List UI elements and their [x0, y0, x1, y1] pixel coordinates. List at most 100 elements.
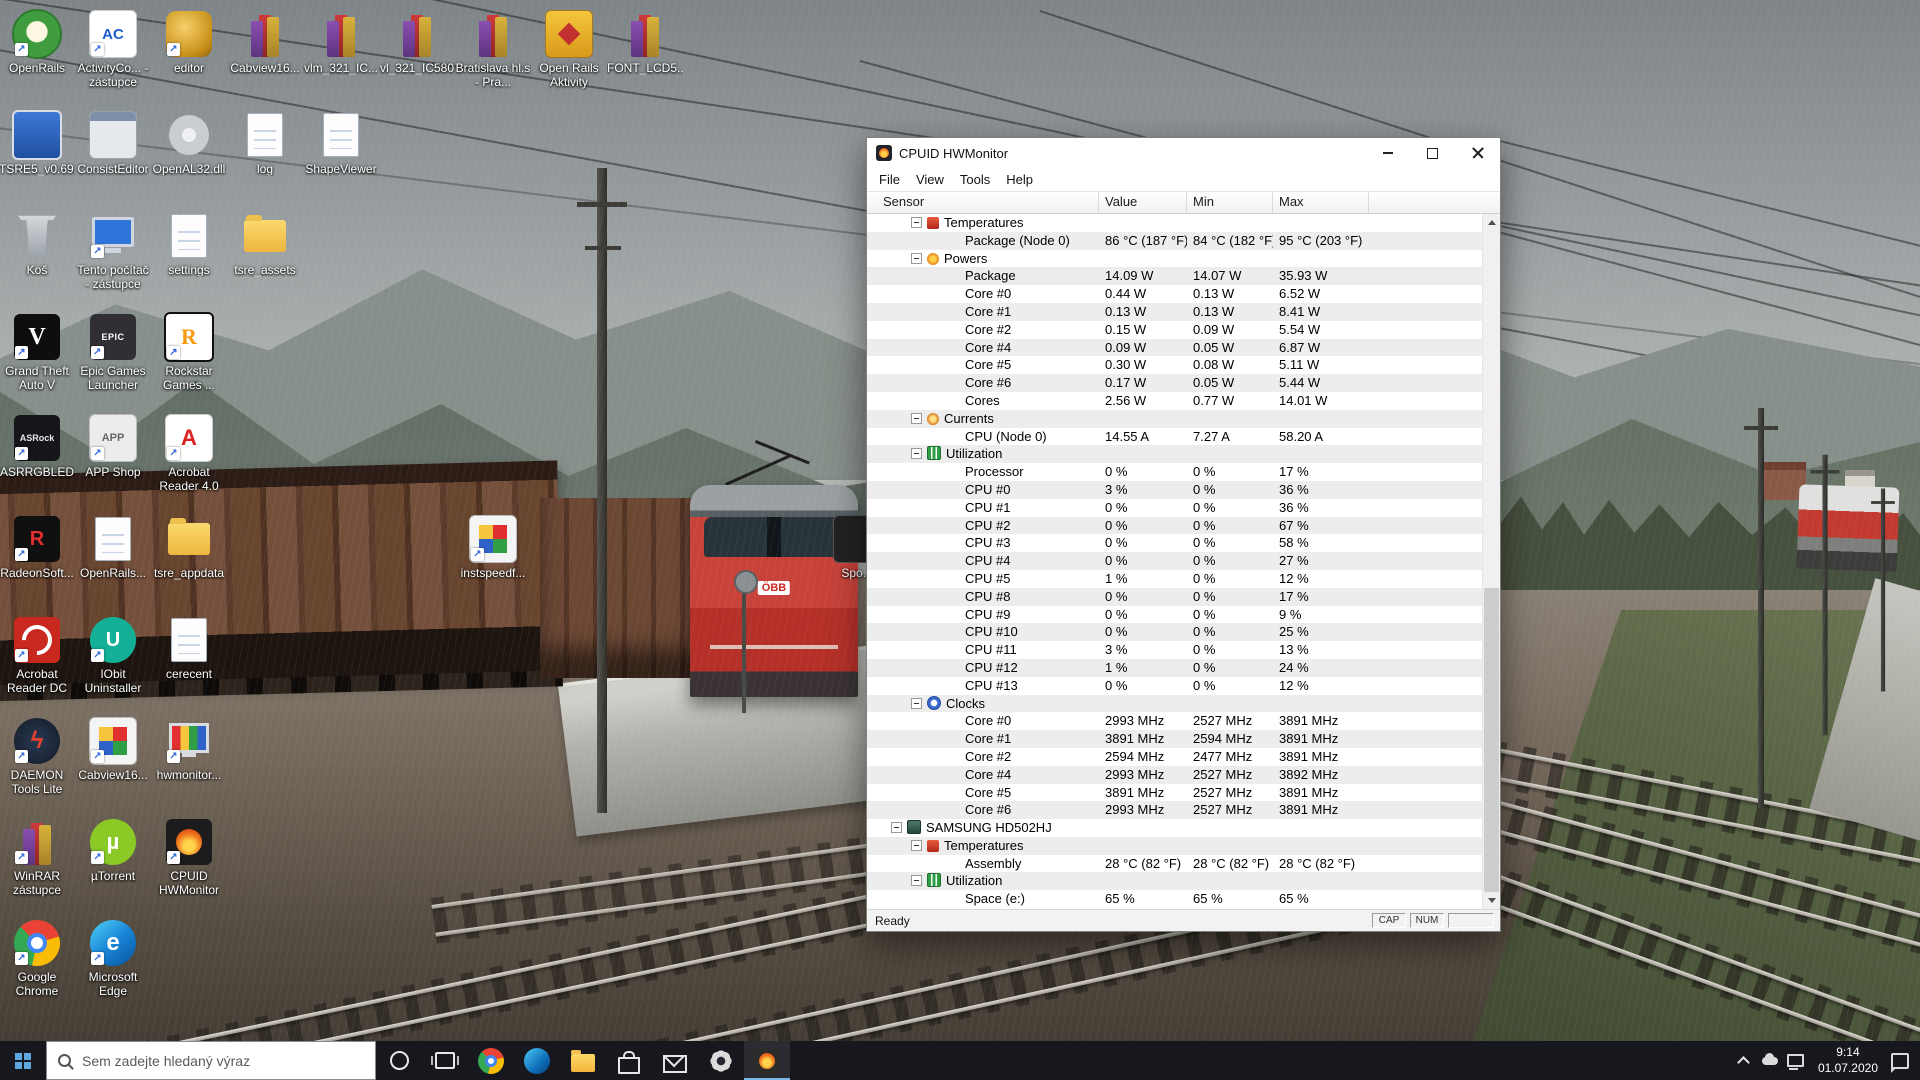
sensor-row[interactable]: Temperatures — [867, 214, 1482, 232]
close-button[interactable] — [1455, 138, 1500, 168]
sensor-row[interactable]: Core #1 3891 MHz 2594 MHz 3891 MHz — [867, 730, 1482, 748]
tree-expander-icon[interactable] — [891, 822, 902, 834]
tree-expander-icon[interactable] — [911, 252, 922, 264]
sensor-row[interactable]: CPU #1 0 % 0 % 36 % — [867, 499, 1482, 517]
minimize-button[interactable] — [1365, 138, 1410, 168]
sensor-row[interactable]: Core #4 0.09 W 0.05 W 6.87 W — [867, 338, 1482, 357]
desktop-icon[interactable]: AC ↗ ActivityCo... - zástupce — [75, 10, 151, 90]
scrollbar-track[interactable] — [1483, 231, 1500, 892]
desktop-icon[interactable]: OpenAL32.dll — [151, 111, 227, 176]
menu-view[interactable]: View — [908, 170, 952, 189]
sensor-row[interactable]: CPU #8 0 % 0 % 17 % — [867, 587, 1482, 606]
desktop-icon[interactable]: µ ↗ µTorrent — [75, 818, 151, 883]
sensor-row[interactable]: CPU #13 0 % 0 % 12 % — [867, 677, 1482, 695]
sensor-row[interactable]: CPU #5 1 % 0 % 12 % — [867, 570, 1482, 588]
menu-help[interactable]: Help — [998, 170, 1041, 189]
sensor-row[interactable]: CPU #10 0 % 0 % 25 % — [867, 623, 1482, 642]
store-taskbar-button[interactable] — [606, 1041, 652, 1080]
tree-expander-icon[interactable] — [911, 412, 922, 424]
edge-taskbar-button[interactable] — [514, 1041, 560, 1080]
desktop-icon[interactable]: V ↗ Grand Theft Auto V — [0, 313, 75, 393]
start-button[interactable] — [0, 1041, 46, 1080]
sensor-row[interactable]: Processor 0 % 0 % 17 % — [867, 463, 1482, 481]
desktop-icon[interactable]: ASRock ↗ ASRRGBLED — [0, 414, 75, 479]
desktop-icon[interactable]: ↗ Acrobat Reader DC — [0, 616, 75, 696]
desktop-icon[interactable]: settings — [151, 212, 227, 277]
desktop-icon[interactable]: ShapeViewer — [303, 111, 379, 176]
sensor-row[interactable]: CPU #2 0 % 0 % 67 % — [867, 516, 1482, 535]
tree-expander-icon[interactable] — [911, 697, 922, 709]
desktop-icon[interactable]: e ↗ Microsoft Edge — [75, 919, 151, 999]
scrollbar[interactable] — [1482, 214, 1500, 909]
sensor-row[interactable]: Core #1 0.13 W 0.13 W 8.41 W — [867, 302, 1482, 321]
desktop-icon[interactable]: vlm_321_IC... — [303, 10, 379, 75]
desktop-icon[interactable]: APP ↗ APP Shop — [75, 414, 151, 479]
desktop-icon[interactable]: Koš — [0, 212, 75, 277]
sensor-row[interactable]: SAMSUNG HD502HJ — [867, 819, 1482, 837]
sensor-row[interactable]: Package (Node 0) 86 °C (187 °F) 84 °C (1… — [867, 231, 1482, 250]
sensor-row[interactable]: Core #5 3891 MHz 2527 MHz 3891 MHz — [867, 784, 1482, 802]
desktop-icon[interactable]: EPIC ↗ Epic Games Launcher — [75, 313, 151, 393]
sensor-row[interactable]: CPU (Node 0) 14.55 A 7.27 A 58.20 A — [867, 428, 1482, 446]
sensor-row[interactable]: CPU #9 0 % 0 % 9 % — [867, 606, 1482, 624]
tree-expander-icon[interactable] — [911, 217, 922, 228]
desktop-icon[interactable]: Bratislava hl.s - Pra... — [455, 10, 531, 90]
desktop-icon[interactable]: R ↗ RadeonSoft... — [0, 515, 75, 580]
desktop-icon[interactable]: R ↗ Rockstar Games ... — [151, 312, 227, 393]
sensor-row[interactable]: Clocks — [867, 694, 1482, 713]
desktop-icon[interactable]: ConsistEditor — [75, 111, 151, 176]
sensor-row[interactable]: Core #2 0.15 W 0.09 W 5.54 W — [867, 321, 1482, 339]
tree-expander-icon[interactable] — [911, 448, 922, 460]
desktop-icon[interactable]: ↗ Google Chrome — [0, 919, 75, 999]
search-input[interactable] — [80, 1051, 364, 1070]
sensor-row[interactable]: Cores 2.56 W 0.77 W 14.01 W — [867, 392, 1482, 410]
chrome-taskbar-button[interactable] — [468, 1041, 514, 1080]
sensor-row[interactable]: CPU #3 0 % 0 % 58 % — [867, 534, 1482, 552]
column-sensor[interactable]: Sensor — [867, 192, 1099, 213]
sensor-row[interactable]: Core #0 2993 MHz 2527 MHz 3891 MHz — [867, 712, 1482, 730]
sensor-row[interactable]: Core #6 0.17 W 0.05 W 5.44 W — [867, 374, 1482, 392]
scroll-up-button[interactable] — [1483, 214, 1500, 231]
menu-file[interactable]: File — [871, 170, 908, 189]
sensor-row[interactable]: Core #0 0.44 W 0.13 W 6.52 W — [867, 285, 1482, 303]
sensor-row[interactable]: CPU #0 3 % 0 % 36 % — [867, 480, 1482, 499]
desktop-icon[interactable]: ↗ Cabview16... — [75, 717, 151, 782]
menu-tools[interactable]: Tools — [952, 170, 998, 189]
desktop-icon[interactable]: ϟ ↗ DAEMON Tools Lite — [0, 717, 75, 797]
scroll-down-button[interactable] — [1483, 892, 1500, 909]
desktop-icon[interactable]: log — [227, 111, 303, 176]
sensor-row[interactable]: Currents — [867, 409, 1482, 428]
sensor-row[interactable]: Core #5 0.30 W 0.08 W 5.11 W — [867, 356, 1482, 374]
task-view-button[interactable] — [422, 1041, 468, 1080]
sensor-row[interactable]: CPU #4 0 % 0 % 27 % — [867, 552, 1482, 570]
desktop-icon[interactable]: ↗ OpenRails — [0, 9, 75, 75]
sensor-row[interactable]: Temperatures — [867, 836, 1482, 855]
desktop-icon[interactable]: FONT_LCD5... — [607, 10, 683, 75]
sensor-row[interactable]: CPU #12 1 % 0 % 24 % — [867, 658, 1482, 677]
desktop-icon[interactable]: ↗ editor — [151, 10, 227, 75]
desktop-icon[interactable]: tsre_assets — [227, 212, 303, 277]
taskbar-search[interactable] — [46, 1041, 376, 1080]
sensor-row[interactable]: Utilization — [867, 445, 1482, 464]
desktop-icon[interactable]: Open Rails Aktivity — [531, 10, 607, 90]
titlebar[interactable]: CPUID HWMonitor — [867, 138, 1500, 168]
sensor-row[interactable]: Core #4 2993 MHz 2527 MHz 3892 MHz — [867, 765, 1482, 784]
desktop-icon[interactable]: ↗ CPUID HWMonitor — [151, 818, 227, 898]
tray-overflow-button[interactable] — [1731, 1041, 1757, 1080]
sensor-row[interactable]: Utilization — [867, 872, 1482, 891]
sensor-row[interactable]: Space (e:) 65 % 65 % 65 % — [867, 890, 1482, 908]
sensor-row[interactable]: Powers — [867, 250, 1482, 268]
sensor-row[interactable]: Core #6 2993 MHz 2527 MHz 3891 MHz — [867, 801, 1482, 820]
column-value[interactable]: Value — [1099, 192, 1187, 213]
desktop-icon[interactable]: cerecent — [151, 616, 227, 681]
taskbar-clock[interactable]: 9:14 01.07.2020 — [1809, 1045, 1887, 1076]
cortana-button[interactable] — [376, 1041, 422, 1080]
desktop-icon[interactable]: Cabview16... — [227, 10, 303, 75]
sensor-row[interactable]: Package 14.09 W 14.07 W 35.93 W — [867, 267, 1482, 286]
settings-taskbar-button[interactable] — [698, 1041, 744, 1080]
sensor-row[interactable]: CPU #11 3 % 0 % 13 % — [867, 641, 1482, 659]
desktop-icon[interactable]: ↗ hwmonitor... — [151, 717, 227, 782]
hwmonitor-taskbar-button[interactable] — [744, 1041, 790, 1080]
action-center-button[interactable] — [1887, 1041, 1913, 1080]
desktop-icon[interactable]: TSRE5_v0.69... — [0, 110, 75, 176]
